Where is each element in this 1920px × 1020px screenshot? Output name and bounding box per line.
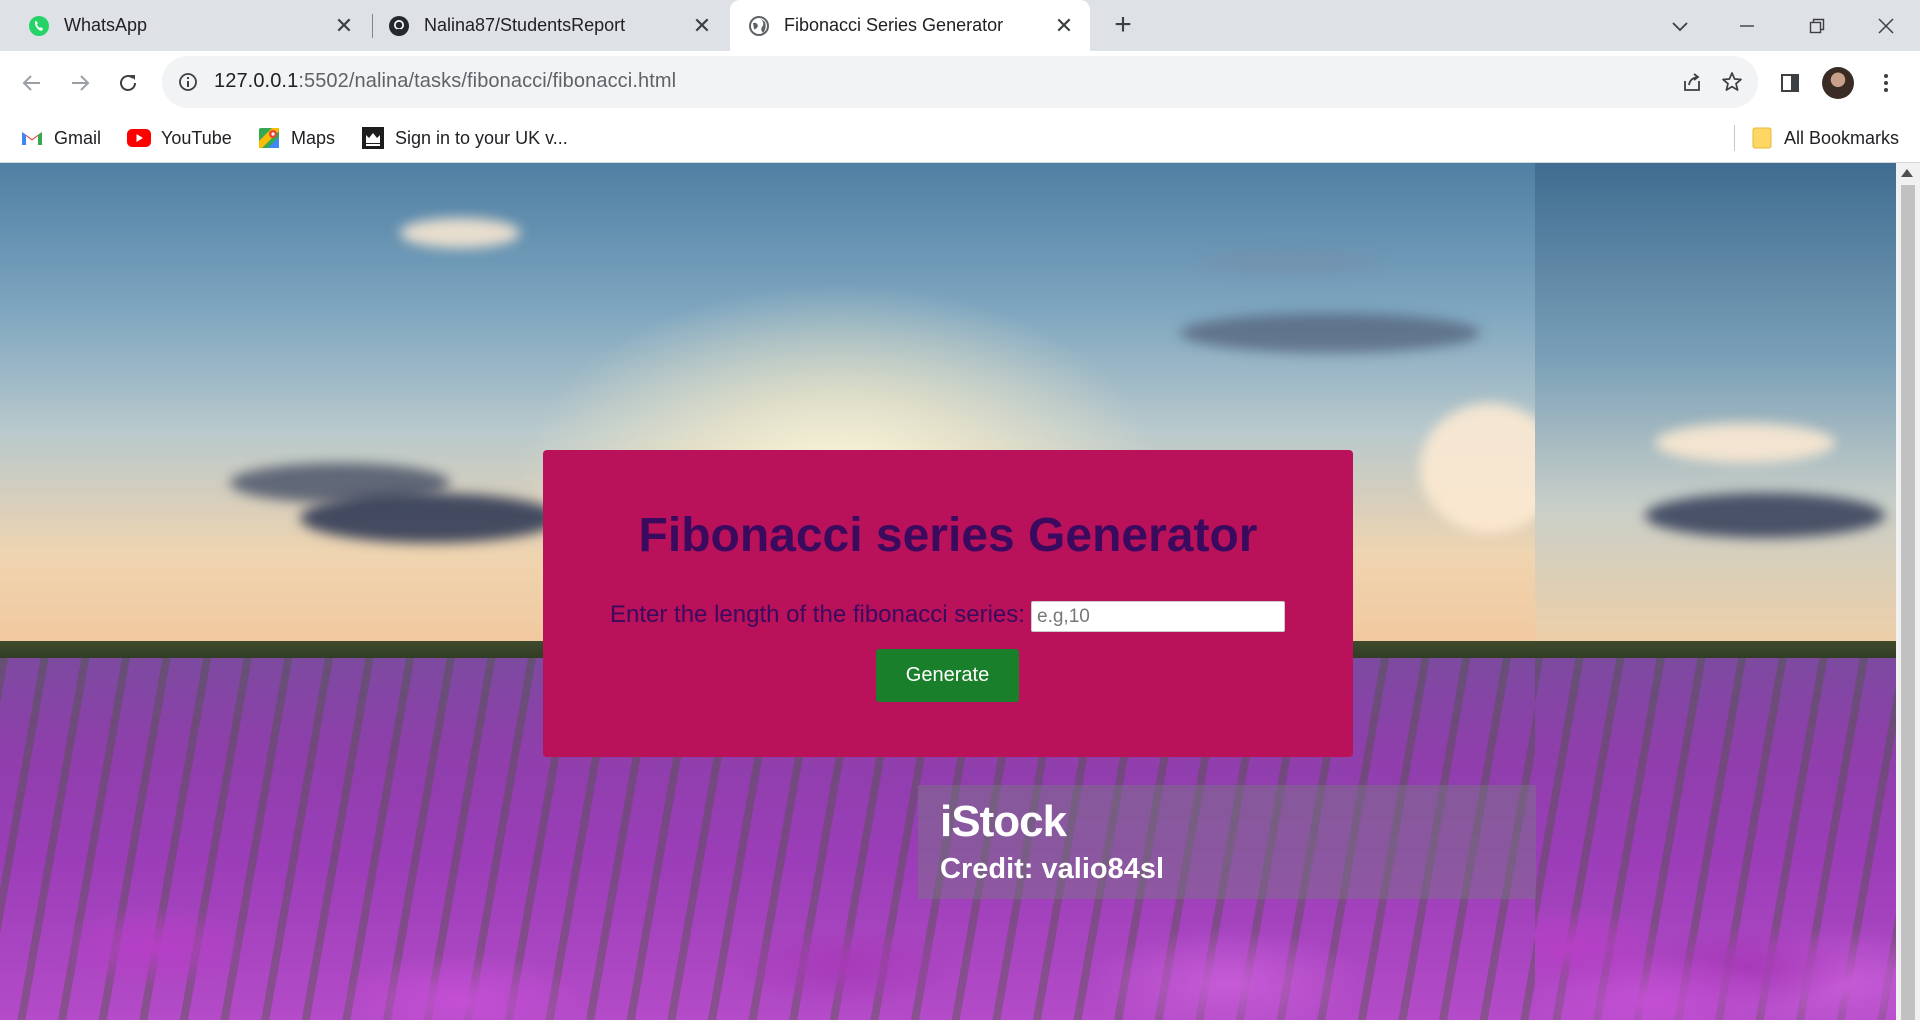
bookmark-gmail[interactable]: Gmail	[20, 113, 101, 163]
bookmarks-bar: Gmail YouTube Maps Sign in to your UK v.…	[0, 113, 1920, 163]
share-icon[interactable]	[1678, 68, 1706, 96]
close-icon[interactable]: ✕	[332, 13, 356, 38]
url-host: 127.0.0.1	[214, 70, 299, 92]
gmail-icon	[20, 126, 44, 150]
close-icon[interactable]: ✕	[1052, 13, 1076, 38]
bookmark-maps[interactable]: Maps	[257, 113, 335, 163]
bookmark-label: Sign in to your UK v...	[395, 127, 568, 148]
watermark-credit: Credit: valio84sl	[940, 853, 1165, 885]
page-title: Fibonacci series Generator	[638, 509, 1258, 562]
generate-button[interactable]: Generate	[876, 649, 1019, 702]
bookmark-youtube[interactable]: YouTube	[127, 113, 232, 163]
reload-icon[interactable]	[110, 65, 146, 101]
all-bookmarks-label: All Bookmarks	[1784, 127, 1900, 148]
crown-icon	[361, 126, 385, 150]
site-info-icon[interactable]	[176, 70, 200, 94]
background-image-repeat	[1535, 163, 1920, 1020]
folder-icon	[1750, 126, 1774, 150]
browser-toolbar: 127.0.0.1:5502/nalina/tasks/fibonacci/fi…	[0, 51, 1920, 113]
tab-github[interactable]: Nalina87/StudentsReport ✕	[372, 0, 728, 51]
tab-title: WhatsApp	[64, 15, 148, 35]
scroll-up-arrow-icon[interactable]	[1901, 169, 1913, 177]
all-bookmarks-button[interactable]: All Bookmarks	[1750, 113, 1899, 163]
tab-strip: WhatsApp ✕ Nalina87/StudentsReport ✕ Fib…	[0, 0, 1920, 51]
tab-title: Fibonacci Series Generator	[784, 15, 1004, 35]
scroll-thumb[interactable]	[1901, 185, 1915, 1020]
page-viewport: iStock Credit: valio84sl Fibonacci serie…	[0, 163, 1920, 1020]
url-text[interactable]: 127.0.0.1:5502/nalina/tasks/fibonacci/fi…	[214, 70, 676, 93]
new-tab-button[interactable]: +	[1108, 10, 1138, 41]
bookmark-label: Gmail	[54, 127, 102, 148]
tab-fibonacci[interactable]: Fibonacci Series Generator ✕	[730, 0, 1090, 51]
length-label: Enter the length of the fibonacci series…	[610, 601, 1025, 628]
maps-icon	[257, 126, 281, 150]
back-icon[interactable]	[14, 65, 50, 101]
watermark-logo: iStock	[940, 797, 1067, 846]
address-bar[interactable]: 127.0.0.1:5502/nalina/tasks/fibonacci/fi…	[162, 56, 1758, 108]
whatsapp-icon	[28, 15, 50, 37]
close-icon[interactable]: ✕	[690, 13, 714, 38]
length-input[interactable]	[1031, 601, 1285, 632]
youtube-icon	[127, 126, 151, 150]
tab-search-chevron-icon[interactable]	[1660, 8, 1700, 44]
tab-title: Nalina87/StudentsReport	[424, 15, 626, 35]
forward-icon[interactable]	[62, 65, 98, 101]
bookmark-label: YouTube	[161, 127, 232, 148]
minimize-icon[interactable]	[1727, 8, 1767, 44]
close-window-icon[interactable]	[1866, 8, 1906, 44]
generator-card: Fibonacci series Generator Enter the len…	[543, 450, 1353, 757]
avatar	[1822, 67, 1854, 99]
tab-whatsapp[interactable]: WhatsApp ✕	[0, 0, 370, 51]
globe-icon	[748, 15, 770, 37]
profile-avatar[interactable]	[1820, 65, 1856, 101]
url-path: :5502/nalina/tasks/fibonacci/fibonacci.h…	[298, 70, 677, 92]
bookmark-star-icon[interactable]	[1718, 68, 1746, 96]
stock-watermark: iStock Credit: valio84sl	[918, 785, 1536, 899]
bookmark-label: Maps	[291, 127, 336, 148]
restore-icon[interactable]	[1797, 8, 1837, 44]
bookmark-uk-signin[interactable]: Sign in to your UK v...	[361, 113, 568, 163]
github-icon	[388, 15, 410, 37]
side-panel-icon[interactable]	[1772, 65, 1808, 101]
vertical-scrollbar[interactable]	[1896, 163, 1920, 1020]
menu-kebab-icon[interactable]	[1868, 65, 1904, 101]
bookmarks-divider	[1734, 125, 1735, 151]
